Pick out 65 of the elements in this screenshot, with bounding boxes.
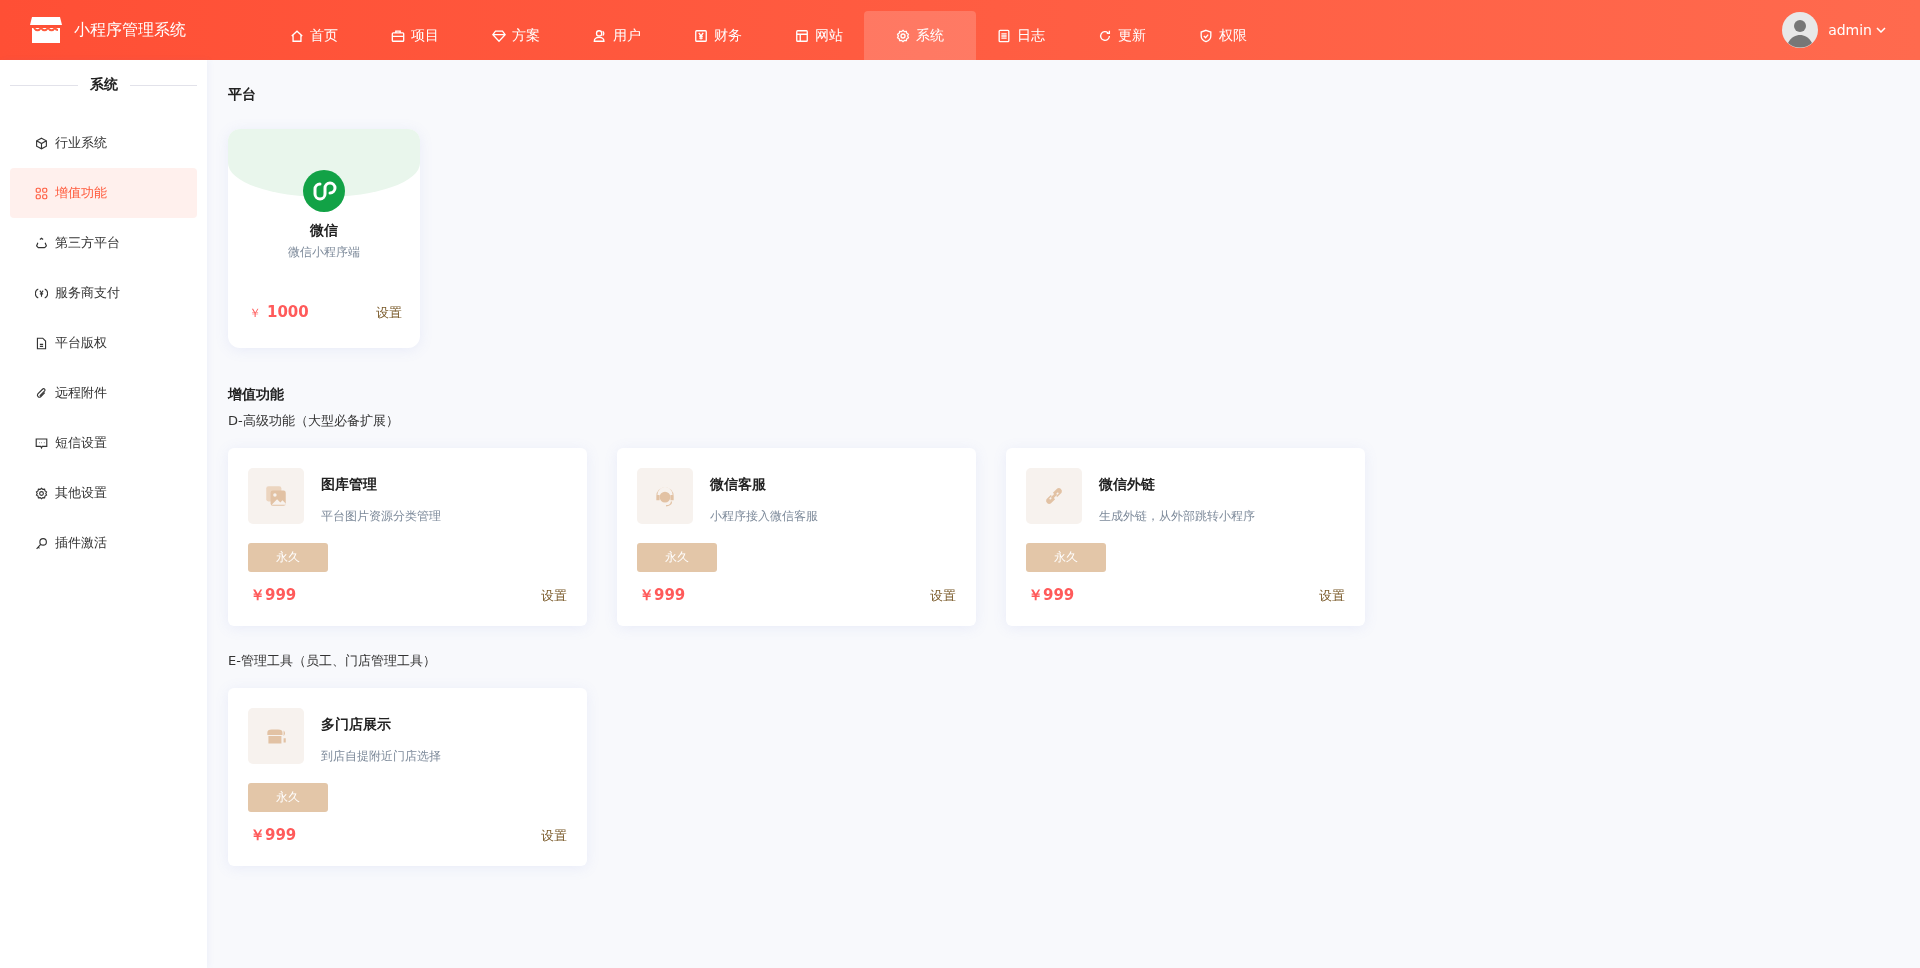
price: ￥999	[249, 826, 297, 845]
mini-program-icon	[303, 170, 345, 212]
feature-description: 小程序接入微信客服	[710, 508, 818, 525]
license-tag: 永久	[1026, 543, 1106, 572]
sidebar-item[interactable]: 服务商支付	[10, 268, 197, 318]
diamond-icon	[492, 28, 506, 43]
store-icon	[248, 708, 304, 764]
price: ￥999	[638, 586, 686, 605]
cube-icon	[35, 136, 48, 150]
settings-icon	[35, 486, 48, 500]
avatar-icon[interactable]	[1782, 12, 1819, 48]
chevron-down-icon	[1876, 27, 1886, 33]
settings-link[interactable]: 设置	[1319, 587, 1345, 605]
settings-link[interactable]: 设置	[930, 587, 956, 605]
pictures-icon	[248, 468, 304, 524]
license-tag: 永久	[637, 543, 717, 572]
chat-icon	[35, 436, 48, 450]
feature-name: 微信客服	[710, 476, 767, 494]
home-icon	[290, 28, 304, 43]
yen-icon	[694, 28, 708, 43]
feature-name: 微信外链	[1099, 476, 1156, 494]
price: 1000	[267, 303, 309, 321]
section-title: 平台	[228, 86, 257, 104]
license-tag: 永久	[248, 543, 328, 572]
platform-name: 微信	[310, 222, 338, 240]
link-icon	[1026, 468, 1082, 524]
paperclip-icon	[35, 386, 48, 400]
settings-link[interactable]: 设置	[541, 827, 567, 845]
feature-name: 多门店展示	[321, 716, 392, 734]
users-icon	[593, 28, 607, 43]
platform-description: 微信小程序端	[288, 244, 360, 261]
store-icon	[30, 16, 62, 44]
sidebar-item[interactable]: 第三方平台	[10, 218, 197, 268]
sidebar-title: 系统	[89, 76, 118, 94]
coin-icon	[35, 286, 48, 300]
document-icon	[997, 28, 1011, 43]
sidebar-item[interactable]: 平台版权	[10, 318, 197, 368]
refresh-icon	[1098, 28, 1112, 43]
shield-icon	[1199, 28, 1213, 43]
group-title: E-管理工具（员工、门店管理工具）	[228, 652, 437, 670]
price: ￥999	[1027, 586, 1075, 605]
sidebar-item[interactable]: 远程附件	[10, 368, 197, 418]
feature-description: 生成外链，从外部跳转小程序	[1099, 508, 1255, 525]
key-icon	[35, 536, 48, 550]
sidebar-item[interactable]: 短信设置	[10, 418, 197, 468]
grid-icon	[35, 186, 48, 200]
settings-link[interactable]: 设置	[376, 304, 402, 322]
settings-icon	[896, 28, 910, 43]
section-title: 增值功能	[228, 386, 285, 404]
feature-description: 到店自提附近门店选择	[321, 748, 441, 765]
briefcase-icon	[391, 28, 405, 43]
headset-icon	[637, 468, 693, 524]
document-icon	[35, 336, 48, 350]
layout-icon	[795, 28, 809, 43]
group-title: D-高级功能（大型必备扩展）	[228, 412, 400, 430]
license-tag: 永久	[248, 783, 328, 812]
feature-name: 图库管理	[321, 476, 378, 494]
sidebar-item[interactable]: 其他设置	[10, 468, 197, 518]
sidebar-item[interactable]: 行业系统	[10, 118, 197, 168]
app-title: 小程序管理系统	[74, 19, 186, 41]
feature-description: 平台图片资源分类管理	[321, 508, 441, 525]
sidebar-item[interactable]: 插件激活	[10, 518, 197, 568]
currency-symbol: ￥	[249, 305, 261, 322]
settings-link[interactable]: 设置	[541, 587, 567, 605]
price: ￥999	[249, 586, 297, 605]
